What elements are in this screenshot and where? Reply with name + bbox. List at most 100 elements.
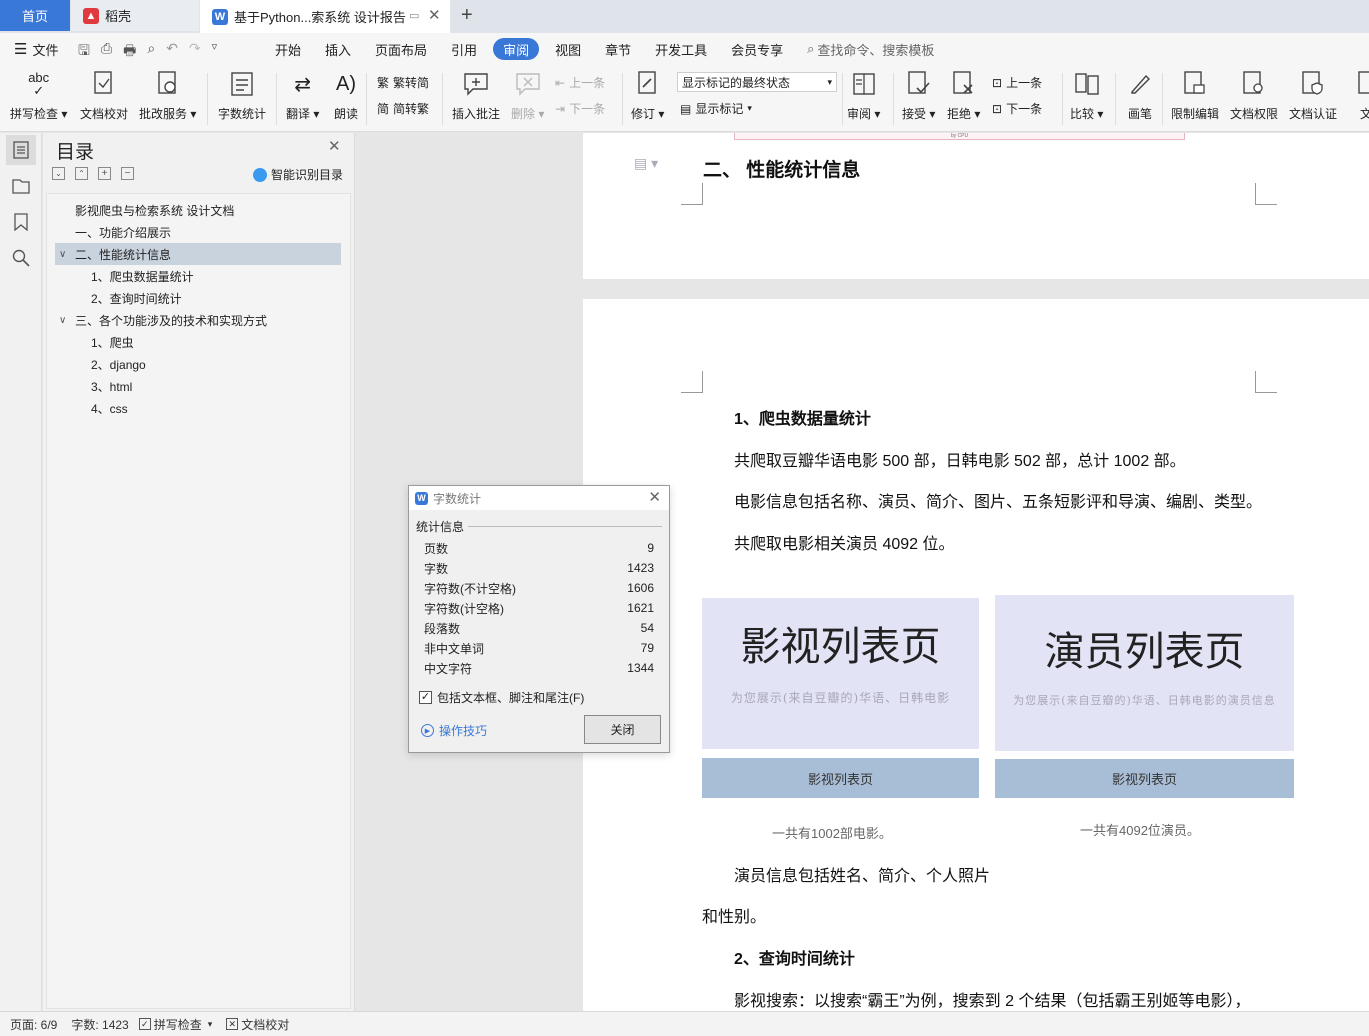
- checkbox-checked-icon[interactable]: ✓: [419, 691, 432, 704]
- smart-toc-button[interactable]: 智能识别目录: [253, 166, 343, 183]
- restrict-edit-button[interactable]: 限制编辑: [1171, 69, 1219, 122]
- tab-view[interactable]: 视图: [543, 38, 593, 60]
- read-aloud-button[interactable]: A) 朗读: [331, 69, 361, 122]
- tab-pin-icon[interactable]: ▭: [409, 9, 419, 22]
- tab-page-layout[interactable]: 页面布局: [363, 38, 439, 60]
- paragraph-format-icon[interactable]: ▤ ▾: [634, 155, 658, 172]
- doc-auth-button[interactable]: 文档认证: [1289, 69, 1337, 122]
- redo-icon[interactable]: ↷: [189, 40, 201, 64]
- next-comment-button[interactable]: ⇥ 下一条: [555, 100, 605, 117]
- command-search[interactable]: ⌕ 查找命令、搜索模板: [795, 38, 946, 60]
- play-icon: ▶: [421, 724, 434, 737]
- expand-icon[interactable]: +: [98, 167, 111, 180]
- compare-button[interactable]: 比较 ▾: [1070, 69, 1103, 122]
- more-ribbon-button[interactable]: 文: [1351, 69, 1369, 122]
- customize-qat-icon[interactable]: ▿: [212, 40, 218, 64]
- tab-start[interactable]: 开始: [263, 38, 313, 60]
- ink-button[interactable]: 画笔: [1125, 69, 1155, 122]
- prev-change-button[interactable]: ⊡ 上一条: [992, 74, 1042, 91]
- chevron-down-icon: ▾: [827, 76, 832, 87]
- status-bar: 页面: 6/9 字数: 1423 ✓ 拼写检查 ▾ ✕ 文档校对: [0, 1011, 1369, 1036]
- toc-view-icon[interactable]: [6, 135, 36, 165]
- spellcheck-status-label: 拼写检查: [153, 1017, 202, 1032]
- tab-review[interactable]: 审阅: [493, 38, 540, 60]
- to-simplified-button[interactable]: 简简转繁: [377, 100, 429, 117]
- close-icon[interactable]: ✕: [648, 488, 661, 506]
- track-changes-button[interactable]: 修订 ▾: [631, 69, 664, 122]
- toc-item[interactable]: 影视爬虫与检索系统 设计文档: [55, 199, 341, 221]
- tab-home[interactable]: 首页: [0, 0, 70, 31]
- tab-developer[interactable]: 开发工具: [643, 38, 719, 60]
- chevron-down-icon[interactable]: ∨: [59, 249, 75, 260]
- translate-button[interactable]: ⇄ 翻译 ▾: [286, 69, 319, 122]
- toc-tools: ⌄ ⌃ + −: [52, 167, 134, 180]
- delete-comment-button[interactable]: 删除 ▾: [511, 69, 544, 122]
- close-icon[interactable]: ✕: [328, 137, 341, 155]
- chapter-nav-icon[interactable]: [12, 177, 30, 198]
- lock-doc-icon: [1180, 69, 1210, 99]
- next-change-button[interactable]: ⊡ 下一条: [992, 100, 1042, 117]
- toc-item-label: 1、爬虫数据量统计: [91, 269, 194, 284]
- page-indicator[interactable]: 页面: 6/9: [10, 1016, 57, 1033]
- tab-page-layout-label: 页面布局: [375, 42, 428, 58]
- next-comment-icon: ⇥: [555, 101, 566, 116]
- export-pdf-icon[interactable]: ⎙: [101, 40, 112, 64]
- tab-section[interactable]: 章节: [593, 38, 643, 60]
- toc-item[interactable]: 2、查询时间统计: [55, 287, 341, 309]
- tab-insert[interactable]: 插入: [313, 38, 363, 60]
- prev-change-icon: ⊡: [992, 75, 1003, 90]
- tab-daoke[interactable]: ▲ 稻壳: [71, 0, 199, 31]
- review-pane-button[interactable]: 审阅 ▾: [847, 69, 880, 122]
- chevron-down-icon[interactable]: ∨: [59, 315, 75, 326]
- insert-comment-icon: [461, 69, 491, 99]
- toc-item[interactable]: 一、功能介绍展示: [55, 221, 341, 243]
- card-title: 影视列表页: [740, 624, 941, 670]
- wps-writer-icon: W: [212, 8, 228, 25]
- save-icon[interactable]: 🖫: [78, 40, 90, 64]
- insert-comment-button[interactable]: 插入批注: [452, 69, 500, 122]
- collapse-all-icon[interactable]: ⌃: [75, 167, 88, 180]
- tab-close-icon[interactable]: ✕: [428, 6, 441, 24]
- bookmark-icon[interactable]: [13, 213, 29, 234]
- toc-item[interactable]: 1、爬虫数据量统计: [55, 265, 341, 287]
- tab-references[interactable]: 引用: [439, 38, 489, 60]
- tips-link[interactable]: ▶ 操作技巧: [421, 722, 487, 739]
- find-icon[interactable]: [12, 249, 30, 270]
- toc-item[interactable]: 2、django: [55, 353, 341, 375]
- toc-item[interactable]: 3、html: [55, 375, 341, 397]
- print-icon[interactable]: 🖶: [123, 40, 136, 64]
- toc-item[interactable]: 4、css: [55, 397, 341, 419]
- doc-proof-status[interactable]: ✕ 文档校对: [226, 1016, 289, 1033]
- to-traditional-button[interactable]: 繁繁转简: [377, 74, 429, 91]
- collapse-icon[interactable]: −: [121, 167, 134, 180]
- page: by CPU ▤ ▾ 二、 性能统计信息: [583, 133, 1369, 279]
- undo-icon[interactable]: ↶: [166, 40, 178, 64]
- expand-all-icon[interactable]: ⌄: [52, 167, 65, 180]
- toc-item[interactable]: 1、爬虫: [55, 331, 341, 353]
- spellcheck-button[interactable]: abc ✓ 拼写检查 ▾: [10, 69, 67, 122]
- close-button[interactable]: 关闭: [584, 715, 661, 744]
- new-tab-icon[interactable]: +: [461, 4, 473, 27]
- doc-proof-button[interactable]: 文档校对: [80, 69, 128, 122]
- accept-button[interactable]: 接受 ▾: [902, 69, 935, 122]
- show-markup-button[interactable]: ▤ 显示标记 ▾: [680, 100, 752, 117]
- markup-state-select[interactable]: 显示标记的最终状态 ▾: [677, 72, 837, 92]
- tab-document[interactable]: W 基于Python...索系统 设计报告 ▭ ✕: [200, 0, 450, 33]
- spellcheck-status[interactable]: ✓ 拼写检查 ▾: [138, 1016, 212, 1033]
- word-count-button[interactable]: 字数统计: [218, 69, 266, 122]
- print-preview-icon[interactable]: ⌕: [147, 40, 155, 64]
- next-comment-label: 下一条: [569, 102, 606, 116]
- toc-item-selected[interactable]: ∨ 二、性能统计信息: [55, 243, 341, 265]
- reject-button[interactable]: 拒绝 ▾: [947, 69, 980, 122]
- tab-member[interactable]: 会员专享: [719, 38, 795, 60]
- review-service-button[interactable]: 批改服务 ▾: [139, 69, 196, 122]
- doc-permission-button[interactable]: 文档权限: [1230, 69, 1278, 122]
- auth-shield-icon: [1298, 69, 1328, 99]
- file-menu[interactable]: ☰ 文件: [0, 38, 70, 60]
- paragraph: 和性别。: [702, 909, 767, 926]
- include-textbox-checkbox[interactable]: ✓ 包括文本框、脚注和尾注(F): [419, 689, 584, 706]
- ribbon-divider: [893, 73, 894, 125]
- word-count-indicator[interactable]: 字数: 1423: [71, 1016, 128, 1033]
- toc-item[interactable]: ∨ 三、各个功能涉及的技术和实现方式: [55, 309, 341, 331]
- prev-comment-button[interactable]: ⇤ 上一条: [555, 74, 605, 91]
